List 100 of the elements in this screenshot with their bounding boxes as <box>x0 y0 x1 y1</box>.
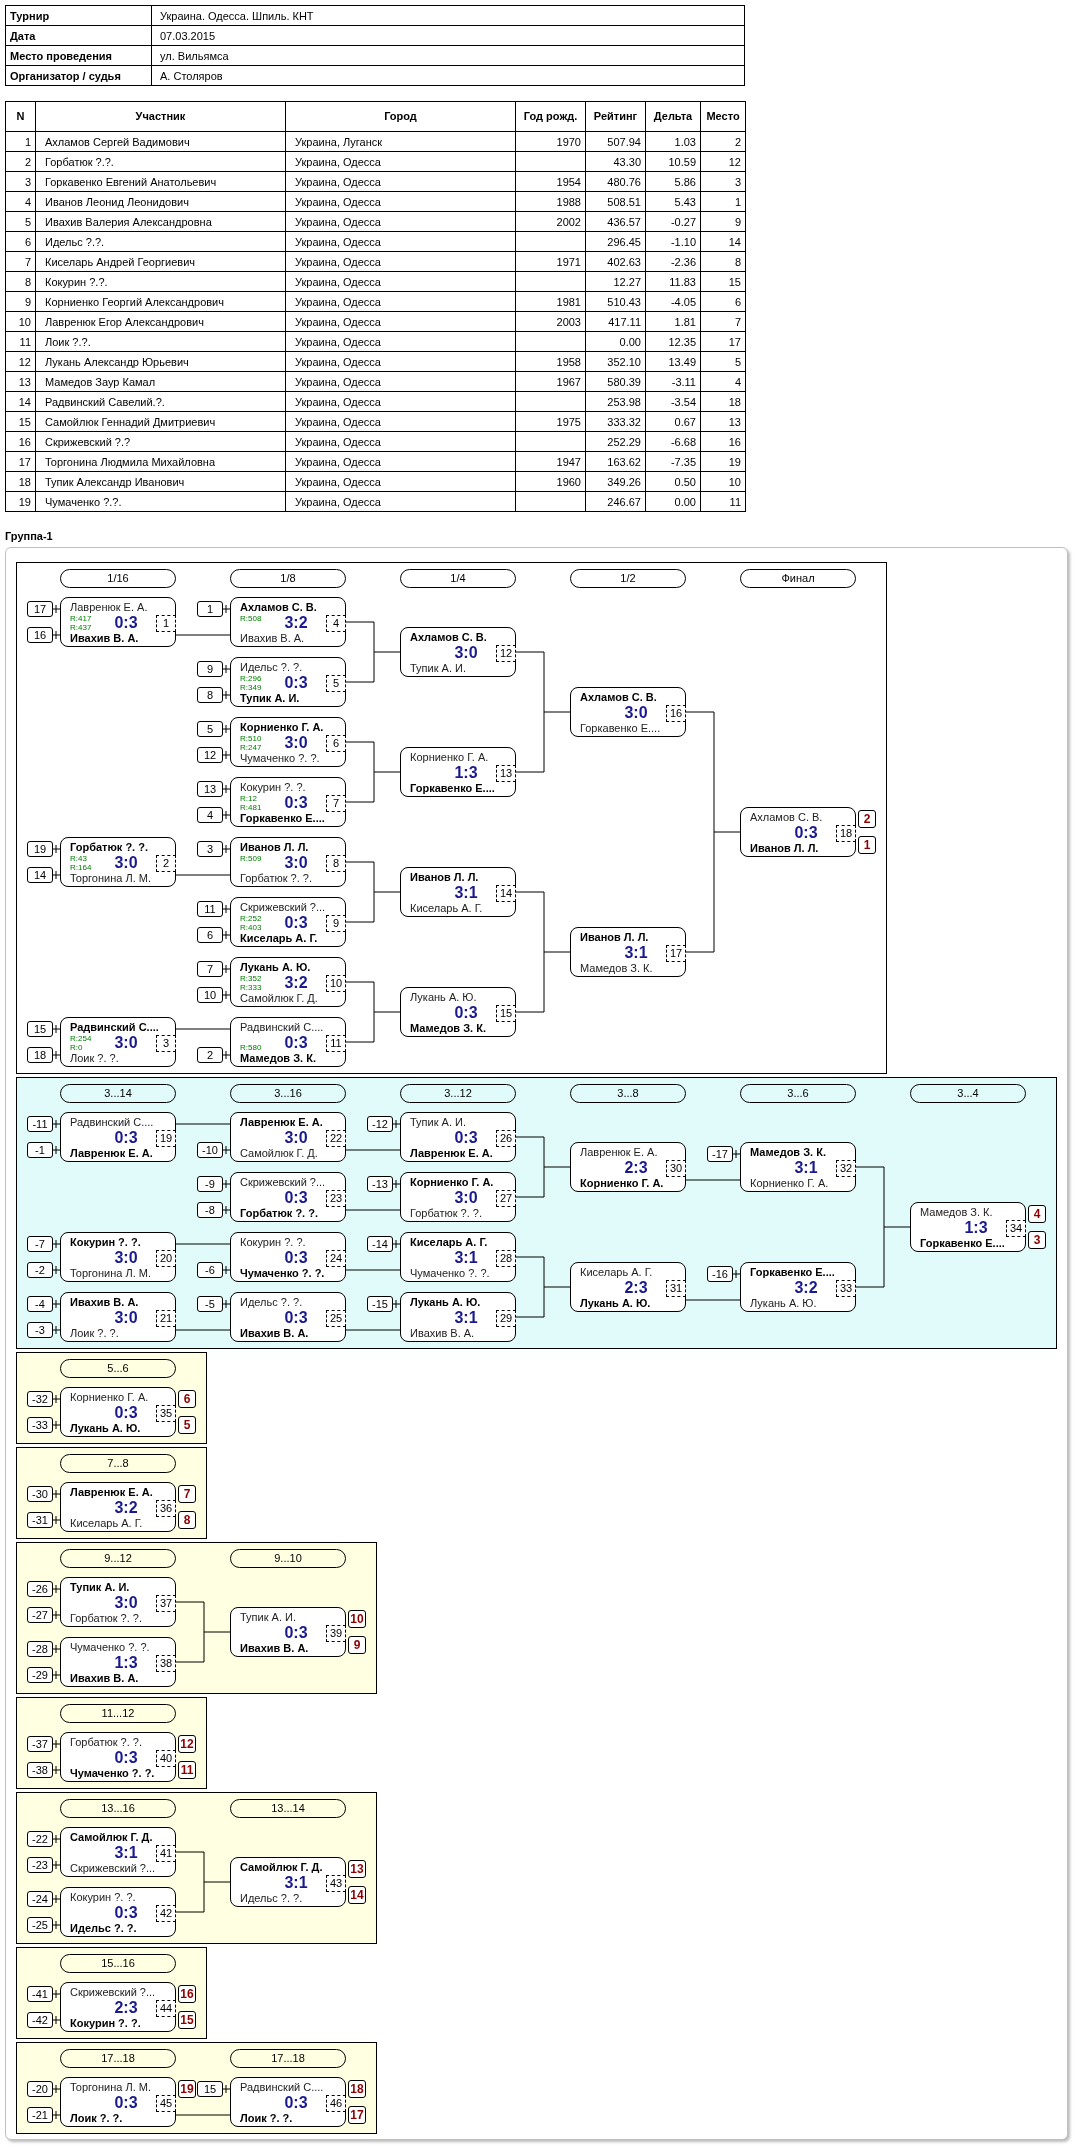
table-cell: Украина, Одесса <box>295 335 381 348</box>
group-title: Группа-1 <box>5 530 54 543</box>
table-cell: 402.63 <box>607 255 641 268</box>
match-number: 15 <box>496 1004 516 1022</box>
table-cell: Украина, Одесса <box>295 315 381 328</box>
player-name: Горбатюк ?. ?. <box>70 1612 142 1625</box>
table-cell: Украина, Одесса <box>295 455 381 468</box>
table-cell: 10.59 <box>668 155 696 168</box>
player-name: Ахламов С. В. <box>240 601 317 614</box>
seed-number: -41 <box>27 1986 53 2002</box>
seed-number: 13 <box>197 781 223 797</box>
table-cell: Горбатюк ?.?. <box>45 155 114 168</box>
table-cell: 349.26 <box>607 475 641 488</box>
rating-label: R:509 <box>240 854 263 863</box>
match-score: 0:3 <box>113 2094 139 2112</box>
table-cell: 12 <box>728 155 741 168</box>
table-cell: Украина, Одесса <box>295 415 381 428</box>
table-cell: 13 <box>728 415 741 428</box>
seed-number: 8 <box>197 687 223 703</box>
player-name: Кокурин ?. ?. <box>240 781 306 794</box>
player-name: Лавренюк Е. А. <box>70 1486 153 1499</box>
place-number: 14 <box>348 1886 366 1904</box>
table-cell: Украина, Одесса <box>295 215 381 228</box>
seed-number: -38 <box>27 1762 53 1778</box>
table-cell: 7 <box>24 255 31 268</box>
match-score: 0:3 <box>113 1404 139 1422</box>
seed-number: 15 <box>27 1021 53 1037</box>
rating-label: R:43 <box>70 854 88 863</box>
player-name: Лоик ?. ?. <box>70 1052 119 1065</box>
table-cell: 12 <box>18 355 31 368</box>
place-number: 1 <box>858 836 876 854</box>
match-number: 39 <box>326 1624 346 1642</box>
seed-number: 4 <box>197 807 223 823</box>
player-name: Лоик ?. ?. <box>240 2112 293 2125</box>
player-name: Скрижевский ?... <box>70 1862 156 1875</box>
table-cell: 0.50 <box>674 475 696 488</box>
match-number: 27 <box>496 1189 516 1207</box>
column-header: Место <box>700 101 746 132</box>
match-number: 1 <box>156 614 176 632</box>
match-number: 9 <box>326 914 346 932</box>
match-number: 28 <box>496 1249 516 1267</box>
seed-number: -16 <box>707 1266 733 1282</box>
rating-label: R:247 <box>240 743 263 752</box>
rating-label: R:403 <box>240 923 263 932</box>
table-cell: 8 <box>24 275 31 288</box>
match-score: 1:3 <box>453 764 479 782</box>
seed-number: 7 <box>197 961 223 977</box>
match-number: 3 <box>156 1034 176 1052</box>
table-cell: 14 <box>18 395 31 408</box>
table-cell: Самойлюк Геннадий Дмитриевич <box>45 415 216 428</box>
player-name: Ахламов С. В. <box>750 811 823 824</box>
table-cell: Украина, Одесса <box>295 175 381 188</box>
match-score: 0:3 <box>793 824 819 842</box>
match-score: 3:1 <box>283 1874 309 1892</box>
match-number: 20 <box>156 1249 176 1267</box>
rating-label: R:349 <box>240 683 263 692</box>
rating-label: R:510 <box>240 734 263 743</box>
table-cell: Украина, Одесса <box>295 235 381 248</box>
place-number: 6 <box>178 1390 196 1408</box>
player-name: Чумаченко ?. ?. <box>70 1767 155 1780</box>
table-cell: 16 <box>728 435 741 448</box>
rating-label: R:417 <box>70 614 93 623</box>
table-cell: -0.27 <box>670 215 696 228</box>
field-label: Место проведения <box>5 45 152 66</box>
seed-number: -11 <box>27 1116 53 1132</box>
table-cell: Идельс ?.?. <box>45 235 105 248</box>
seed-number: -27 <box>27 1607 53 1623</box>
table-cell: 417.11 <box>608 315 641 328</box>
seed-number: -14 <box>367 1236 393 1252</box>
match-number: 17 <box>666 944 686 962</box>
player-name: Лукань А. Ю. <box>750 1297 817 1310</box>
table-cell: Тупик Александр Иванович <box>45 475 185 488</box>
table-cell: Лоик ?.?. <box>45 335 91 348</box>
seed-number: -8 <box>197 1202 223 1218</box>
table-cell: Скрижевский ?.? <box>45 435 131 448</box>
seed-number: 17 <box>27 601 53 617</box>
player-name: Ивахив В. А. <box>70 632 139 645</box>
match-score: 0:3 <box>283 794 309 812</box>
table-cell: Мамедов Заур Камал <box>45 375 156 388</box>
seed-number: -15 <box>367 1296 393 1312</box>
match-number: 38 <box>156 1654 176 1672</box>
player-name: Мамедов З. К. <box>920 1206 993 1219</box>
seed-number: 3 <box>197 841 223 857</box>
rating-label: R:296 <box>240 674 263 683</box>
table-cell: 580.39 <box>607 375 641 388</box>
table-cell: Украина, Одесса <box>295 395 381 408</box>
match-number: 32 <box>836 1159 856 1177</box>
player-name: Чумаченко ?. ?. <box>410 1267 490 1280</box>
match-number: 33 <box>836 1279 856 1297</box>
match-number: 19 <box>156 1129 176 1147</box>
player-name: Идельс ?. ?. <box>70 1922 137 1935</box>
player-name: Идельс ?. ?. <box>240 1296 303 1309</box>
column-header: Дельта <box>645 101 701 132</box>
player-name: Чумаченко ?. ?. <box>70 1641 150 1654</box>
table-cell: 2 <box>24 155 31 168</box>
table-cell: -7.35 <box>670 455 696 468</box>
table-cell: Украина, Одесса <box>295 495 381 508</box>
match-number: 2 <box>156 854 176 872</box>
field-value: А. Столяров <box>151 65 745 86</box>
match-score: 3:2 <box>793 1279 819 1297</box>
